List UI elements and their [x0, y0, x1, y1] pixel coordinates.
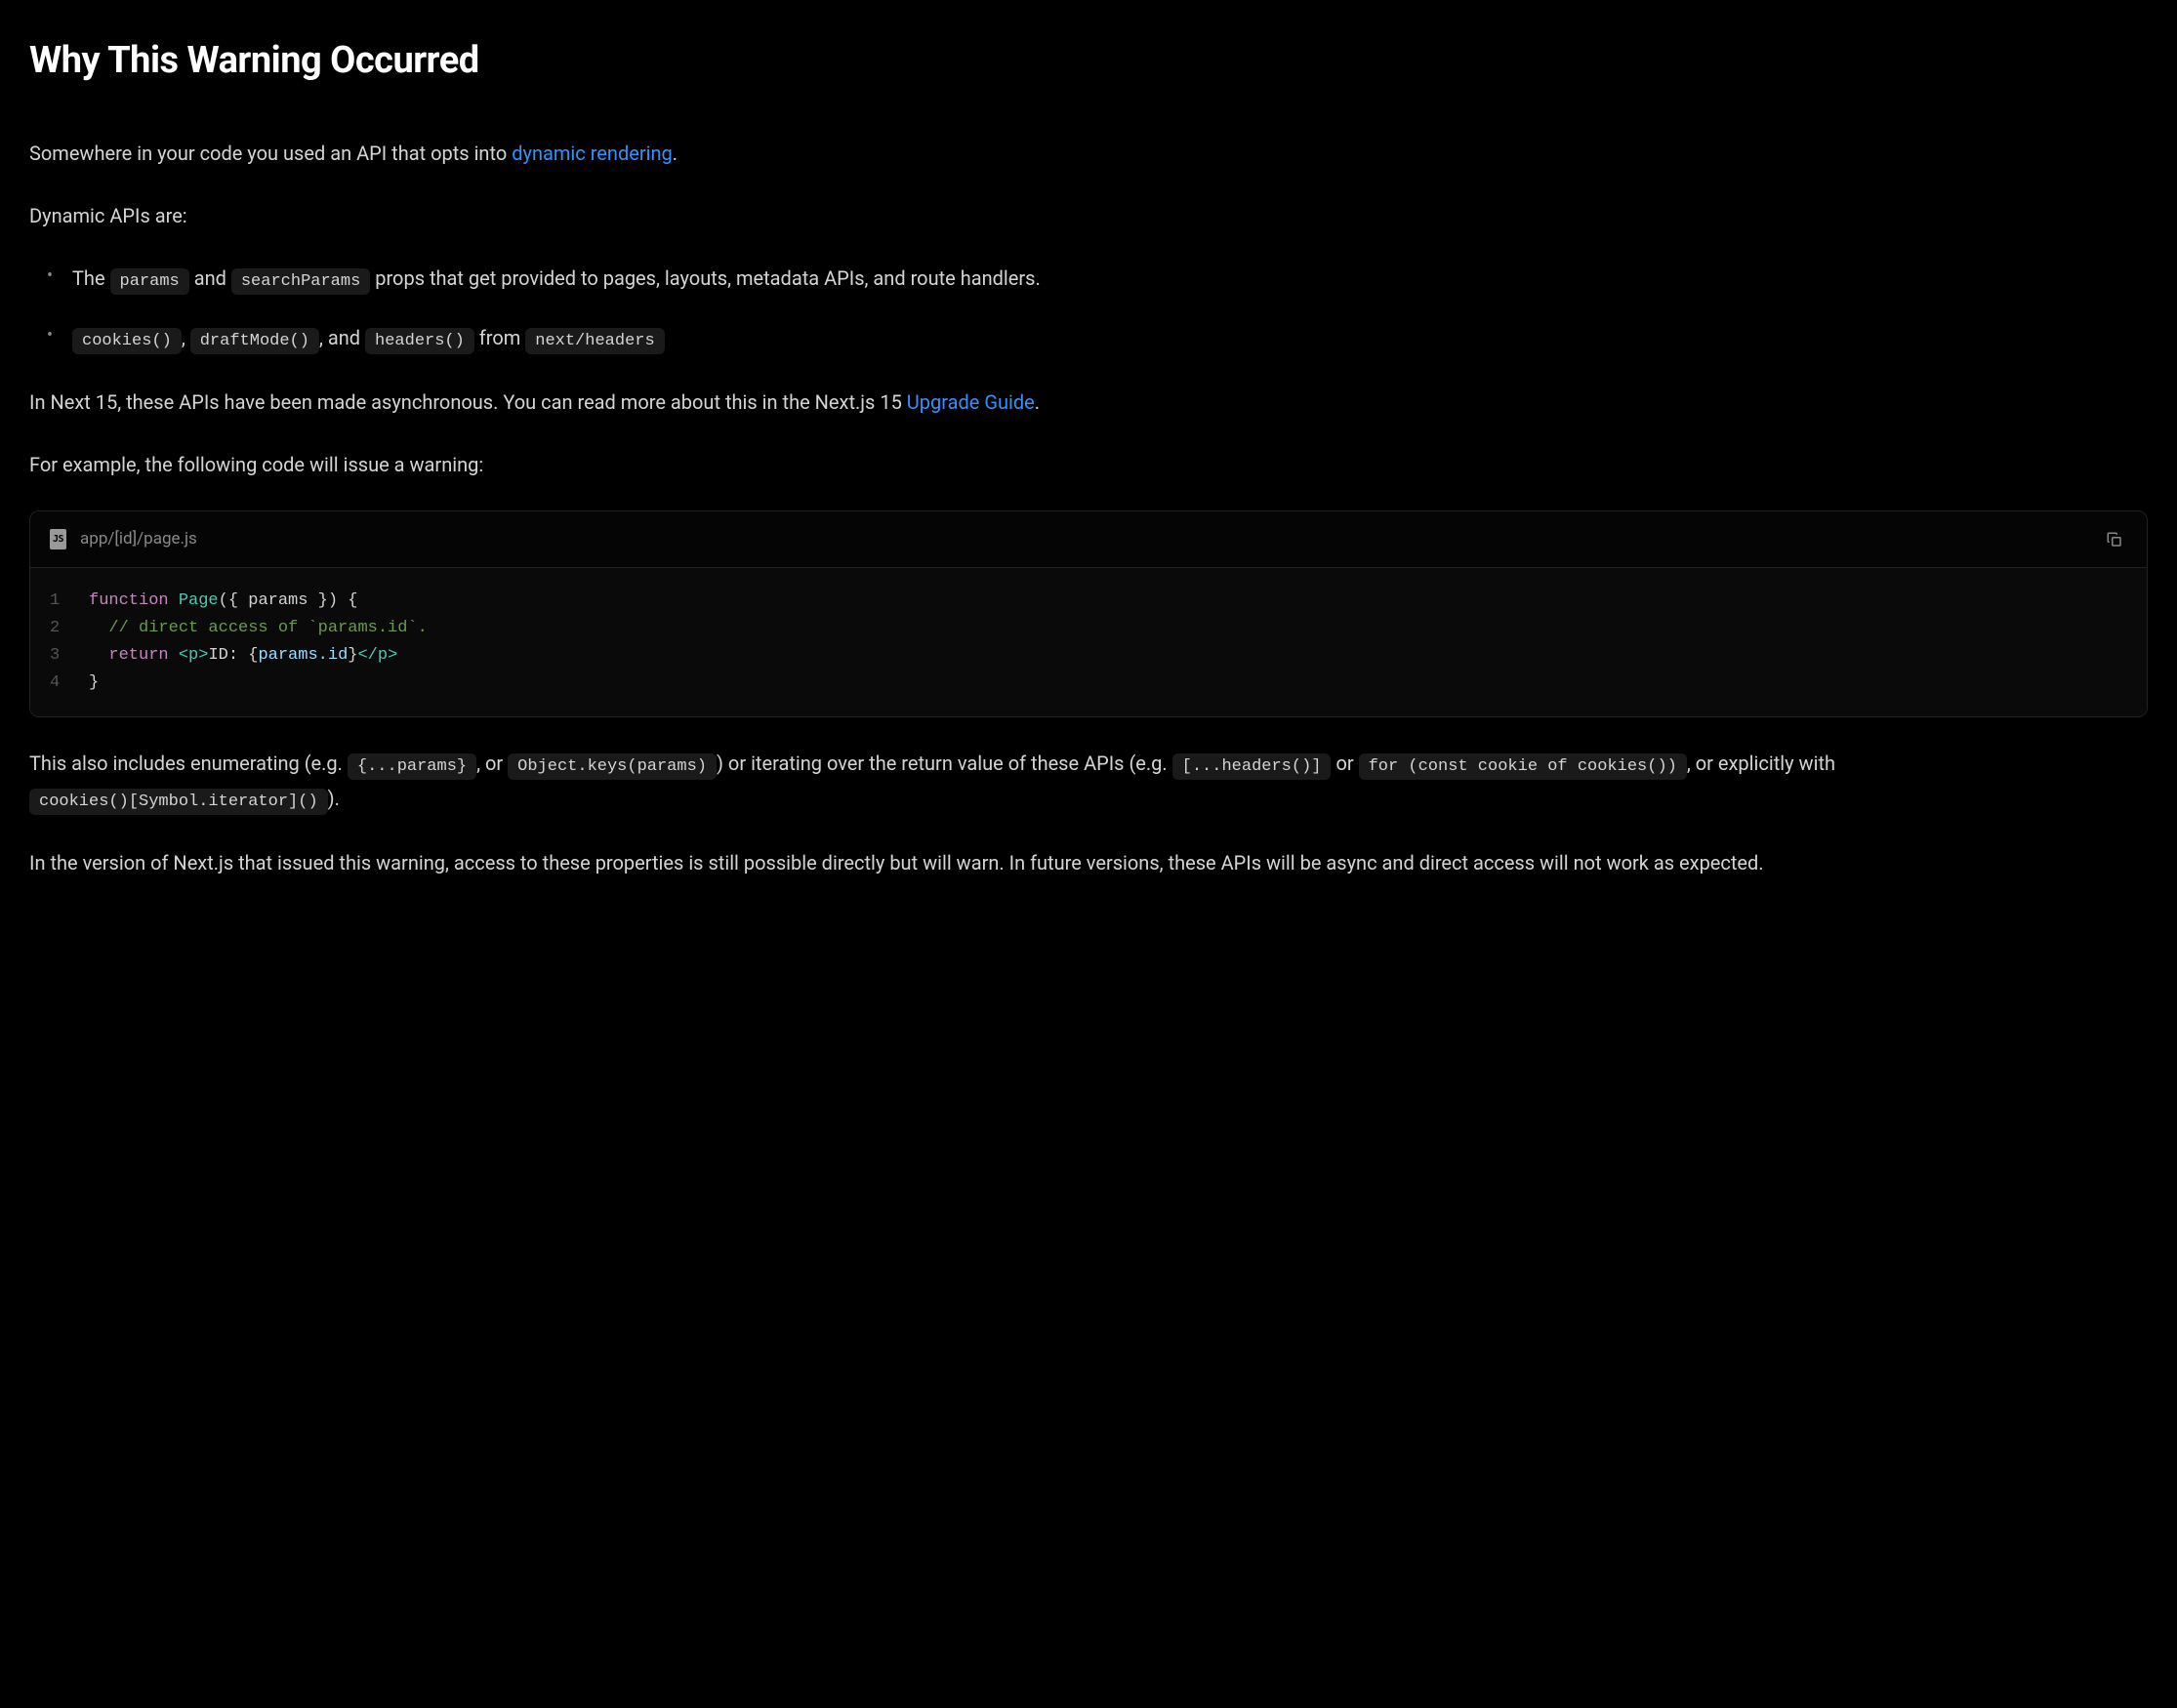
enumerating-paragraph: This also includes enumerating (e.g. {..… — [29, 747, 2148, 817]
code-line: 1 function Page({ params }) { — [50, 588, 2127, 615]
text: , or explicitly with — [1687, 752, 1835, 775]
example-intro: For example, the following code will iss… — [29, 448, 2148, 481]
list-item: cookies(), draftMode(), and headers() fr… — [47, 321, 2148, 356]
copy-icon — [2106, 531, 2123, 549]
inline-code: params — [110, 268, 189, 295]
next15-paragraph: In Next 15, these APIs have been made as… — [29, 386, 2148, 419]
code-filename: app/[id]/page.js — [80, 525, 197, 553]
li-text: from — [474, 326, 525, 349]
copy-button[interactable] — [2102, 527, 2127, 552]
intro-paragraph: Somewhere in your code you used an API t… — [29, 137, 2148, 170]
code-line: 3 return <p>ID: {params.id}</p> — [50, 642, 2127, 670]
upgrade-guide-link[interactable]: Upgrade Guide — [907, 390, 1035, 414]
text: ) or iterating over the return value of … — [717, 752, 1172, 775]
inline-code: for (const cookie of cookies()) — [1359, 753, 1687, 780]
intro-text-after: . — [673, 142, 678, 165]
line-content: // direct access of `params.id`. — [89, 615, 428, 642]
li-text: and — [189, 266, 231, 290]
dynamic-rendering-link[interactable]: dynamic rendering — [512, 142, 673, 165]
li-text: , and — [319, 326, 365, 349]
token-comment: // direct access of `params.id`. — [89, 619, 428, 637]
token-prop: params.id — [258, 646, 348, 665]
text: ). — [328, 787, 340, 810]
line-number: 4 — [50, 670, 89, 697]
inline-code: Object.keys(params) — [508, 753, 717, 780]
inline-code: headers() — [365, 328, 474, 354]
line-content: return <p>ID: {params.id}</p> — [89, 642, 397, 670]
text: , or — [476, 752, 508, 775]
line-number: 2 — [50, 615, 89, 642]
code-header-left: JS app/[id]/page.js — [50, 525, 197, 553]
line-content: function Page({ params }) { — [89, 588, 357, 615]
line-number: 1 — [50, 588, 89, 615]
text: or — [1331, 752, 1358, 775]
inline-code: [...headers()] — [1172, 753, 1332, 780]
intro-text-before: Somewhere in your code you used an API t… — [29, 142, 512, 165]
inline-code: cookies()[Symbol.iterator]() — [29, 789, 328, 815]
token-function: Page — [179, 591, 219, 610]
li-text: props that get provided to pages, layout… — [370, 266, 1040, 290]
inline-code: {...params} — [348, 753, 476, 780]
text: In Next 15, these APIs have been made as… — [29, 390, 907, 414]
text: This also includes enumerating (e.g. — [29, 752, 348, 775]
token-tag: <p> — [179, 646, 209, 665]
text: . — [1035, 390, 1040, 414]
js-badge-icon: JS — [50, 529, 66, 549]
line-number: 3 — [50, 642, 89, 670]
inline-code: draftMode() — [190, 328, 319, 354]
section-heading: Why This Warning Occurred — [29, 29, 2148, 93]
list-item: The params and searchParams props that g… — [47, 262, 2148, 297]
code-header: JS app/[id]/page.js — [30, 511, 2147, 568]
code-block: JS app/[id]/page.js 1 function Page({ pa… — [29, 510, 2148, 717]
token-keyword: function — [89, 591, 169, 610]
dynamic-apis-label: Dynamic APIs are: — [29, 199, 2148, 232]
dynamic-apis-list: The params and searchParams props that g… — [29, 262, 2148, 357]
inline-code: searchParams — [231, 268, 370, 295]
inline-code: cookies() — [72, 328, 182, 354]
final-paragraph: In the version of Next.js that issued th… — [29, 846, 2148, 879]
token-punct: } — [89, 673, 99, 692]
inline-code: next/headers — [525, 328, 664, 354]
token-text: } — [348, 646, 357, 665]
token-return: return — [89, 646, 179, 665]
code-content: 1 function Page({ params }) { 2 // direc… — [30, 568, 2147, 716]
code-line: 2 // direct access of `params.id`. — [50, 615, 2127, 642]
li-text: The — [72, 266, 110, 290]
line-content: } — [89, 670, 99, 697]
token-punct: ({ params }) { — [219, 591, 358, 610]
token-text: ID: { — [208, 646, 258, 665]
token-tag: </p> — [357, 646, 397, 665]
code-line: 4 } — [50, 670, 2127, 697]
li-text: , — [182, 326, 190, 349]
